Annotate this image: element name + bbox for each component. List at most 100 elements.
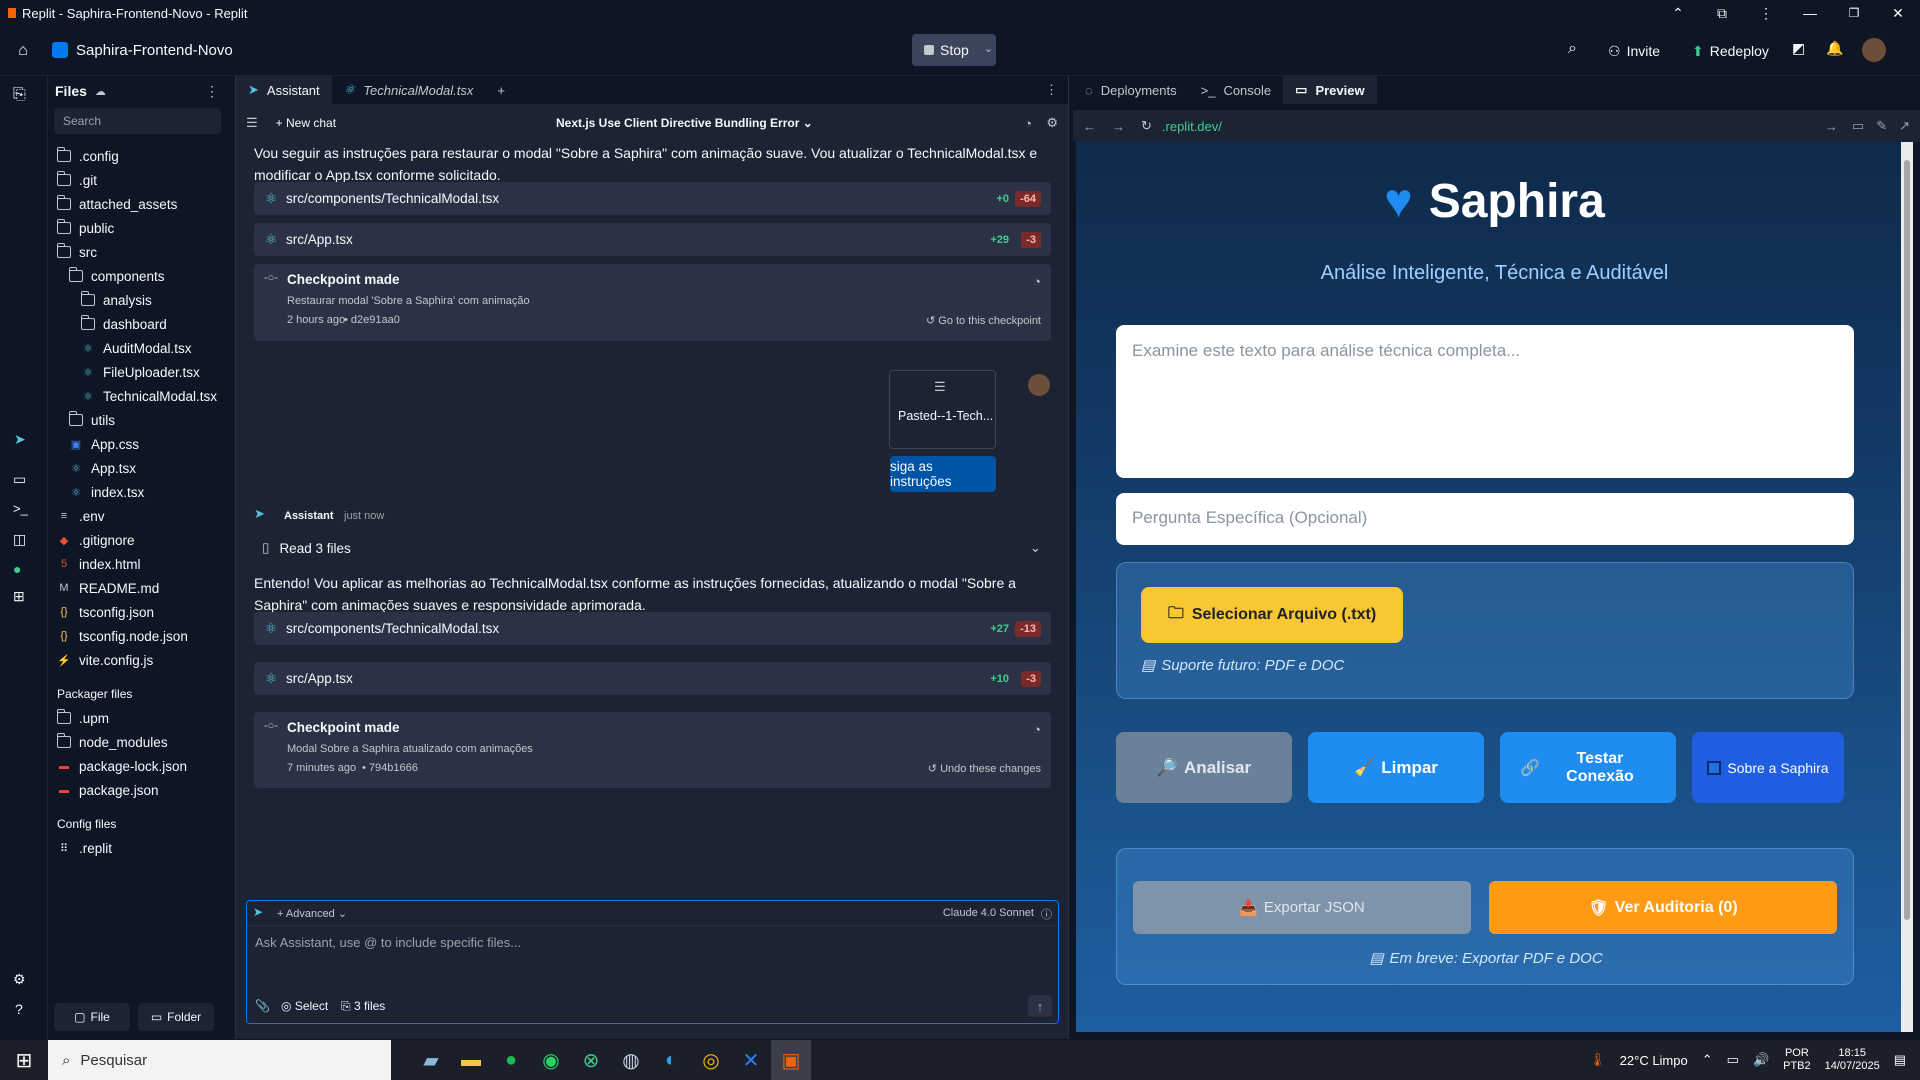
invite-button[interactable]: ⚇ Invite xyxy=(1608,36,1660,66)
restore-icon[interactable]: ❐ xyxy=(1832,6,1876,20)
file-change-card[interactable]: ⚛ src/components/TechnicalModal.tsx +27 -13 xyxy=(254,612,1051,645)
file-tree-item[interactable]: .git xyxy=(56,168,231,192)
devices-icon[interactable]: ▭ xyxy=(1852,118,1864,134)
edge-icon[interactable]: ◐ xyxy=(651,1040,691,1080)
taskbar-search[interactable]: ⌕ Pesquisar xyxy=(48,1040,391,1080)
history-icon[interactable]: ◔ xyxy=(1033,274,1041,289)
tab-technicalmodal[interactable]: ⚛ TechnicalModal.tsx xyxy=(332,76,486,104)
file-tree-item[interactable]: components xyxy=(57,264,231,288)
file-change-card[interactable]: ⚛ src/App.tsx +29 -3 xyxy=(254,223,1051,256)
history-icon[interactable]: ◔ xyxy=(1024,116,1032,131)
export-json-button[interactable]: 📥 Exportar JSON xyxy=(1133,881,1471,934)
xbox-icon[interactable]: ⊗ xyxy=(571,1040,611,1080)
spotify-icon[interactable]: ● xyxy=(491,1040,531,1080)
volume-icon[interactable]: 🔊 xyxy=(1753,1052,1769,1068)
file-tree-item[interactable]: analysis xyxy=(57,288,231,312)
project-name[interactable]: Saphira-Frontend-Novo xyxy=(76,42,233,59)
search-icon[interactable]: ⌕ xyxy=(1568,40,1577,58)
file-tree-item[interactable]: ▣ App.css xyxy=(57,432,231,456)
read-files-toggle[interactable]: ▯ Read 3 files ⌄ xyxy=(254,535,1051,561)
analyze-button[interactable]: 🔎 Analisar xyxy=(1116,732,1292,803)
file-tree-item[interactable]: ◆ .gitignore xyxy=(57,528,231,552)
tab-preview[interactable]: ▭ Preview xyxy=(1283,76,1377,104)
database-icon[interactable]: ◫ xyxy=(13,531,26,548)
file-tree-item[interactable]: M README.md xyxy=(57,576,231,600)
more-icon[interactable]: ⋮ xyxy=(1744,5,1788,22)
chevron-up-icon[interactable]: ⌃ xyxy=(1702,1052,1713,1068)
select-file-button[interactable]: 🗀 Selecionar Arquivo (.txt) xyxy=(1141,587,1403,643)
globe-icon[interactable]: ● xyxy=(13,561,21,577)
shell-icon[interactable]: >_ xyxy=(13,501,28,516)
forward-icon[interactable]: → xyxy=(1112,119,1125,134)
file-change-card[interactable]: ⚛ src/App.tsx +10 -3 xyxy=(254,662,1051,695)
assistant-input[interactable]: Ask Assistant, use @ to include specific… xyxy=(255,935,1045,985)
preview-icon[interactable]: ▭ xyxy=(13,471,26,488)
files-icon[interactable]: ⎘ xyxy=(13,86,26,104)
new-folder-button[interactable]: ▭ Folder xyxy=(138,1003,214,1031)
thread-title[interactable]: Next.js Use Client Directive Bundling Er… xyxy=(556,116,813,130)
file-change-card[interactable]: ⚛ src/components/TechnicalModal.tsx +0 -64 xyxy=(254,182,1051,215)
notifications-icon[interactable]: ▤ xyxy=(1894,1052,1906,1068)
tab-assistant[interactable]: ➤ Assistant xyxy=(236,76,332,104)
new-chat-button[interactable]: + New chat xyxy=(276,116,336,130)
advanced-toggle[interactable]: + Advanced ⌄ xyxy=(277,907,347,920)
chrome-icon[interactable]: ◎ xyxy=(691,1040,731,1080)
file-tree-item[interactable]: utils xyxy=(57,408,231,432)
app-icon[interactable]: ✕ xyxy=(731,1040,771,1080)
windows-start-icon[interactable]: ⊞ xyxy=(0,1040,48,1080)
bug-icon[interactable]: ⚙ xyxy=(13,971,26,988)
file-tree-item[interactable]: ≡ .env xyxy=(57,504,231,528)
file-tree-item[interactable]: .config xyxy=(56,144,231,168)
steam-icon[interactable]: ◍ xyxy=(611,1040,651,1080)
file-tree-item[interactable]: ⚛ FileUploader.tsx xyxy=(57,360,231,384)
about-button[interactable]: Sobre a Saphira xyxy=(1692,732,1844,803)
tablet-icon[interactable]: ▰ xyxy=(411,1040,451,1080)
close-icon[interactable]: ✕ xyxy=(1876,5,1920,22)
file-tree-item[interactable]: {} tsconfig.json xyxy=(57,600,231,624)
agent-icon[interactable]: ➤ xyxy=(14,431,26,448)
minimize-icon[interactable]: — xyxy=(1788,5,1832,21)
file-tree-item[interactable]: 5 index.html xyxy=(57,552,231,576)
weather-label[interactable]: 22°C Limpo xyxy=(1620,1053,1688,1068)
file-tree-item[interactable]: dashboard xyxy=(57,312,231,336)
ai-icon[interactable]: ◩ xyxy=(1792,40,1805,57)
gear-icon[interactable]: ⚙ xyxy=(1046,115,1058,131)
redeploy-button[interactable]: ⬆ Redeploy xyxy=(1692,36,1769,66)
test-connection-button[interactable]: 🔗 Testar Conexão xyxy=(1500,732,1676,803)
attach-icon[interactable]: 📎 xyxy=(255,999,270,1013)
file-tree-item[interactable]: ⚛ index.tsx xyxy=(57,480,231,504)
file-tree-item[interactable]: {} tsconfig.node.json xyxy=(57,624,231,648)
more-icon[interactable]: ⋮ xyxy=(205,83,219,100)
files-search-input[interactable]: Search xyxy=(54,108,221,134)
file-tree-item[interactable]: ▬ package-lock.json xyxy=(57,754,231,778)
menu-icon[interactable]: ☰ xyxy=(246,115,258,131)
clock[interactable]: 18:15 14/07/2025 xyxy=(1825,1047,1880,1073)
chevron-up-icon[interactable]: ⌃ xyxy=(1656,5,1700,22)
tab-console[interactable]: >_ Console xyxy=(1189,76,1284,104)
apps-icon[interactable]: ⊞ xyxy=(13,588,25,605)
model-selector[interactable]: Claude 4.0 Sonnet xyxy=(943,907,1034,919)
file-tree-item[interactable]: ⚛ AuditModal.tsx xyxy=(57,336,231,360)
clear-button[interactable]: 🧹 Limpar xyxy=(1308,732,1484,803)
file-tree-item[interactable]: src xyxy=(56,240,231,264)
undo-changes-button[interactable]: ↺ Undo these changes xyxy=(928,762,1041,775)
info-icon[interactable]: ⓘ xyxy=(1041,906,1052,922)
back-icon[interactable]: ← xyxy=(1083,119,1096,134)
file-tree-item[interactable]: ⚡ vite.config.js xyxy=(57,648,231,672)
external-link-icon[interactable]: ↗ xyxy=(1899,118,1910,134)
devtools-icon[interactable]: ✎ xyxy=(1876,118,1887,134)
file-tree-item[interactable]: attached_assets xyxy=(56,192,231,216)
go-icon[interactable]: → xyxy=(1825,119,1838,134)
replit-icon[interactable]: ▣ xyxy=(771,1040,811,1080)
home-icon[interactable]: ⌂ xyxy=(12,40,34,62)
select-button[interactable]: ◎ Select xyxy=(281,999,328,1013)
scrollbar-thumb[interactable] xyxy=(1904,160,1910,920)
text-input[interactable]: Examine este texto para análise técnica … xyxy=(1116,325,1854,478)
file-explorer-icon[interactable]: ▬ xyxy=(451,1040,491,1080)
file-tree-item[interactable]: ⠿ .replit xyxy=(57,836,231,860)
file-tree-item[interactable]: ⚛ App.tsx xyxy=(57,456,231,480)
chevron-down-icon[interactable]: ⌄ xyxy=(984,42,993,55)
file-tree-item[interactable]: public xyxy=(56,216,231,240)
tab-deployments[interactable]: ◌ Deployments xyxy=(1073,76,1189,104)
network-icon[interactable]: ▭ xyxy=(1727,1052,1739,1068)
